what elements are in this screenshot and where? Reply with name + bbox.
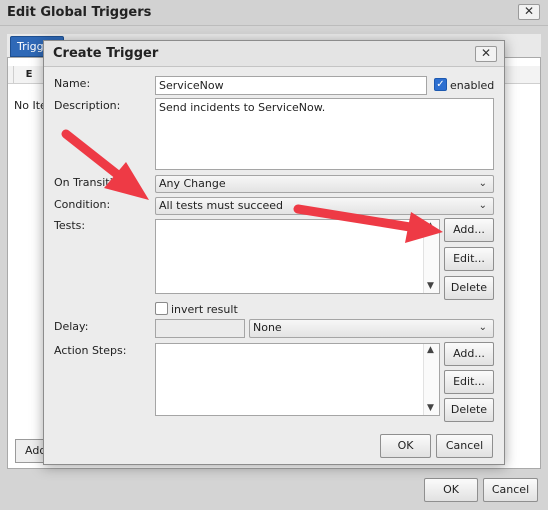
enabled-checkbox[interactable]: ✓: [434, 78, 447, 91]
condition-value: All tests must succeed: [159, 199, 284, 212]
chevron-up-icon: ▲: [427, 221, 434, 231]
check-icon: ✓: [436, 79, 445, 90]
create-trigger-dialog: Create Trigger ✕ Name: ServiceNow ✓ enab…: [43, 40, 505, 465]
on-transition-value: Any Change: [159, 177, 226, 190]
actions-edit-button[interactable]: Edit...: [444, 370, 494, 394]
on-transition-select[interactable]: Any Change ⌄: [155, 175, 494, 193]
dialog-close-button[interactable]: ✕: [475, 46, 497, 62]
chevron-down-icon: ⌄: [478, 178, 487, 189]
column-header-e[interactable]: E: [13, 66, 45, 84]
chevron-down-icon: ▼: [427, 403, 434, 413]
tests-label: Tests:: [54, 219, 86, 232]
chevron-down-icon: ⌄: [478, 200, 487, 211]
outer-close-button[interactable]: ✕: [518, 4, 540, 20]
on-transition-label: On Transition:: [54, 176, 131, 189]
actions-delete-button[interactable]: Delete: [444, 398, 494, 422]
tests-delete-button[interactable]: Delete: [444, 276, 494, 300]
delay-label: Delay:: [54, 320, 89, 333]
close-icon: ✕: [523, 4, 535, 18]
condition-label: Condition:: [54, 198, 111, 211]
action-steps-scrollbar[interactable]: ▲ ▼: [423, 344, 439, 415]
invert-result-label: invert result: [171, 303, 238, 316]
invert-result-checkbox[interactable]: [155, 302, 168, 315]
dialog-title: Create Trigger: [44, 41, 504, 67]
chevron-down-icon: ⌄: [478, 322, 487, 333]
outer-cancel-button[interactable]: Cancel: [483, 478, 538, 502]
description-label: Description:: [54, 99, 121, 112]
close-icon: ✕: [480, 46, 492, 60]
delay-unit-select[interactable]: None ⌄: [249, 319, 494, 338]
tests-add-button[interactable]: Add...: [444, 218, 494, 242]
dialog-cancel-button[interactable]: Cancel: [436, 434, 493, 458]
name-field[interactable]: ServiceNow: [155, 76, 427, 95]
action-steps-label: Action Steps:: [54, 344, 127, 357]
dialog-ok-button[interactable]: OK: [380, 434, 431, 458]
delay-unit-value: None: [253, 321, 282, 334]
actions-add-button[interactable]: Add...: [444, 342, 494, 366]
outer-ok-button[interactable]: OK: [424, 478, 478, 502]
enabled-label: enabled: [450, 79, 495, 92]
description-field[interactable]: Send incidents to ServiceNow.: [155, 98, 494, 170]
chevron-down-icon: ▼: [427, 281, 434, 291]
chevron-up-icon: ▲: [427, 345, 434, 355]
name-label: Name:: [54, 77, 91, 90]
outer-window-title: Edit Global Triggers: [0, 0, 548, 26]
tests-scrollbar[interactable]: ▲ ▼: [423, 220, 439, 293]
action-steps-list[interactable]: ▲ ▼: [155, 343, 440, 416]
tests-edit-button[interactable]: Edit...: [444, 247, 494, 271]
condition-select[interactable]: All tests must succeed ⌄: [155, 197, 494, 215]
outer-add-button[interactable]: Add: [15, 439, 45, 463]
delay-field[interactable]: [155, 319, 245, 338]
tests-list[interactable]: ▲ ▼: [155, 219, 440, 294]
